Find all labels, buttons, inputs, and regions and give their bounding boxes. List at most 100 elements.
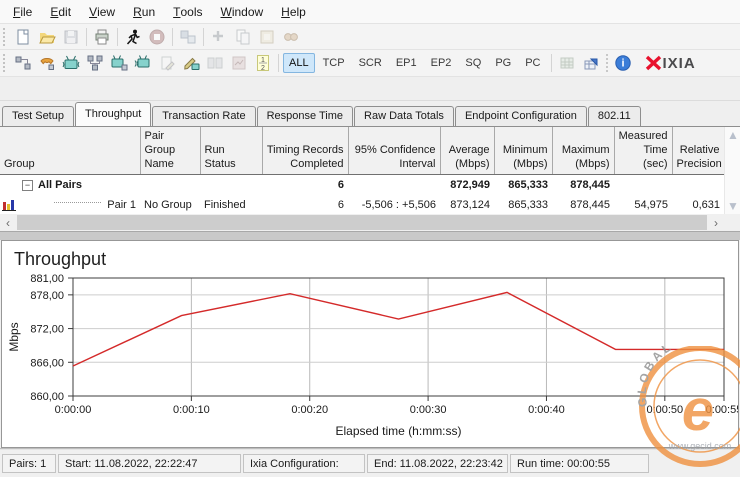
export-results-icon[interactable] bbox=[579, 52, 603, 74]
tab-endpoint-configuration[interactable]: Endpoint Configuration bbox=[454, 106, 587, 126]
scrollbar-thumb[interactable] bbox=[17, 215, 707, 230]
add-multicast-group-icon[interactable] bbox=[83, 52, 107, 74]
grid-view-icon bbox=[555, 52, 579, 74]
vertical-scrollbar[interactable]: ▲ ▼ bbox=[724, 127, 740, 214]
open-test-icon[interactable] bbox=[35, 26, 59, 48]
column-header-pair-group[interactable]: Pair Group Name bbox=[140, 127, 201, 176]
tab-raw-data-totals[interactable]: Raw Data Totals bbox=[354, 106, 454, 126]
add-voip-pair-icon[interactable] bbox=[35, 52, 59, 74]
column-header-relative[interactable]: Relative Precision bbox=[672, 127, 724, 176]
horizontal-scrollbar[interactable]: ‹ › bbox=[0, 214, 724, 231]
chart-title: Throughput bbox=[14, 249, 107, 269]
view-ep1-button[interactable]: EP1 bbox=[390, 53, 423, 73]
panel-divider bbox=[0, 231, 740, 240]
scroll-right-icon[interactable]: › bbox=[708, 214, 724, 231]
view-ep2-button[interactable]: EP2 bbox=[425, 53, 458, 73]
x-tick-label: 0:00:50 bbox=[646, 404, 683, 416]
table-row-all-pairs[interactable]: − All Pairs 6 872,949 865,333 878,445 bbox=[0, 175, 724, 195]
results-table: Group Pair Group Name Run Status Timing Rec… bbox=[0, 127, 724, 214]
pair-label: Pair 1 bbox=[107, 198, 136, 211]
confidence-interval-cell: -5,506 : +5,506 bbox=[361, 198, 436, 211]
toolbar-separator bbox=[278, 54, 279, 72]
add-pair-icon bbox=[207, 26, 231, 48]
tab-802-11[interactable]: 802.11 bbox=[587, 106, 641, 126]
svg-text:i: i bbox=[621, 58, 624, 70]
column-header-measured[interactable]: Measured Time (sec) bbox=[614, 127, 673, 176]
toolbar-separator bbox=[550, 54, 552, 72]
step-numbering-icon[interactable]: 12 bbox=[251, 52, 275, 74]
tab-throughput[interactable]: Throughput bbox=[74, 102, 152, 126]
relative-precision-cell: 0,631 bbox=[692, 198, 720, 211]
scroll-left-icon[interactable]: ‹ bbox=[0, 214, 16, 231]
column-header-group[interactable]: Group bbox=[0, 127, 141, 176]
ixia-logo-text: IXIA bbox=[662, 54, 696, 72]
tab-test-setup[interactable]: Test Setup bbox=[2, 106, 74, 126]
column-header-timing-records[interactable]: Timing Records Completed bbox=[262, 127, 349, 176]
menu-run[interactable]: Run bbox=[124, 0, 164, 23]
measured-time-cell: 54,975 bbox=[634, 198, 668, 211]
scroll-down-icon[interactable]: ▼ bbox=[725, 198, 740, 214]
minimum-cell: 865,333 bbox=[508, 198, 548, 211]
toolbar-separator bbox=[172, 27, 173, 46]
menu-help[interactable]: Help bbox=[272, 0, 315, 23]
scroll-up-icon[interactable]: ▲ bbox=[725, 127, 740, 143]
save-test-icon bbox=[59, 26, 83, 48]
column-header-average[interactable]: Average (Mbps) bbox=[440, 127, 495, 176]
results-table-area: Group Pair Group Name Run Status Timing Rec… bbox=[0, 126, 740, 231]
menu-view[interactable]: View bbox=[80, 0, 124, 23]
x-tick-label: 0:00:40 bbox=[528, 404, 565, 416]
table-header-row: Group Pair Group Name Run Status Timing Rec… bbox=[0, 127, 724, 176]
tab-response-time[interactable]: Response Time bbox=[256, 106, 354, 126]
collapse-icon[interactable]: − bbox=[22, 179, 33, 191]
table-row-pair1[interactable]: Pair 1 No Group Finished 6 -5,506 : +5,5… bbox=[0, 195, 724, 214]
menu-window[interactable]: Window bbox=[211, 0, 272, 23]
x-tick-label: 0:00:10 bbox=[173, 404, 210, 416]
copy-pair-icon bbox=[231, 26, 255, 48]
add-video-pair-icon[interactable] bbox=[107, 52, 131, 74]
pair-group-name-cell: No Group bbox=[144, 198, 192, 211]
average-cell: 873,124 bbox=[450, 198, 490, 211]
menu-tools[interactable]: Tools bbox=[164, 0, 211, 23]
toolbar-separator bbox=[605, 54, 608, 72]
pair-toolbar: 1 2 ALL TCP SCR EP1 EP2 SQ PG PC i IXIA bbox=[0, 50, 740, 77]
plot-border bbox=[72, 277, 725, 397]
add-endpoint-pair-icon[interactable] bbox=[11, 52, 35, 74]
menu-file[interactable]: File bbox=[4, 0, 41, 23]
y-tick-label: 860,00 bbox=[30, 391, 64, 403]
report-icon bbox=[227, 52, 251, 74]
edit-pair-icon bbox=[155, 52, 179, 74]
column-header-minimum[interactable]: Minimum (Mbps) bbox=[494, 127, 553, 176]
ixchariot-window: File Edit View Run Tools Window Help 1 2 ALL TCP S… bbox=[0, 0, 740, 477]
view-all-button[interactable]: ALL bbox=[283, 53, 315, 73]
column-header-95-confidence[interactable]: 95% Confidence Interval bbox=[348, 127, 441, 176]
add-video-multicast-icon[interactable] bbox=[59, 52, 83, 74]
maximum-cell: 878,445 bbox=[570, 179, 610, 191]
x-axis-label: Elapsed time (h:mm:ss) bbox=[335, 424, 461, 438]
svg-text:2: 2 bbox=[261, 65, 265, 72]
status-field-2: Start: 11.08.2022, 22:22:47 bbox=[58, 454, 241, 473]
throughput-chart: 860,00 866,00 872,00 878,00 881,00 0:00:00 0:0… bbox=[7, 273, 738, 438]
print-icon[interactable] bbox=[90, 26, 114, 48]
ixia-info-icon[interactable]: i bbox=[611, 52, 635, 74]
toolbar-grip bbox=[3, 54, 8, 72]
compare-results-icon bbox=[203, 52, 227, 74]
timing-records-cell: 6 bbox=[337, 198, 344, 211]
view-pg-button[interactable]: PG bbox=[489, 53, 517, 73]
pair-chart-icon bbox=[2, 199, 16, 211]
maximum-cell: 878,445 bbox=[570, 198, 610, 211]
status-bar: Pairs: 1 Start: 11.08.2022, 22:22:47 Ixia … bbox=[0, 450, 740, 477]
view-pc-button[interactable]: PC bbox=[519, 53, 546, 73]
add-hardware-pair-icon[interactable] bbox=[131, 52, 155, 74]
new-test-icon[interactable] bbox=[11, 26, 35, 48]
view-scr-button[interactable]: SCR bbox=[353, 53, 388, 73]
menu-bar: File Edit View Run Tools Window Help bbox=[0, 0, 740, 24]
view-sq-button[interactable]: SQ bbox=[459, 53, 487, 73]
column-header-maximum[interactable]: Maximum (Mbps) bbox=[552, 127, 615, 176]
view-tcp-button[interactable]: TCP bbox=[317, 53, 351, 73]
timing-records-cell: 6 bbox=[337, 179, 344, 191]
edit-run-options-icon[interactable] bbox=[179, 52, 203, 74]
menu-edit[interactable]: Edit bbox=[41, 0, 80, 23]
column-header-run-status[interactable]: Run Status bbox=[200, 127, 263, 176]
run-test-icon[interactable] bbox=[121, 26, 145, 48]
tab-transaction-rate[interactable]: Transaction Rate bbox=[152, 106, 256, 126]
